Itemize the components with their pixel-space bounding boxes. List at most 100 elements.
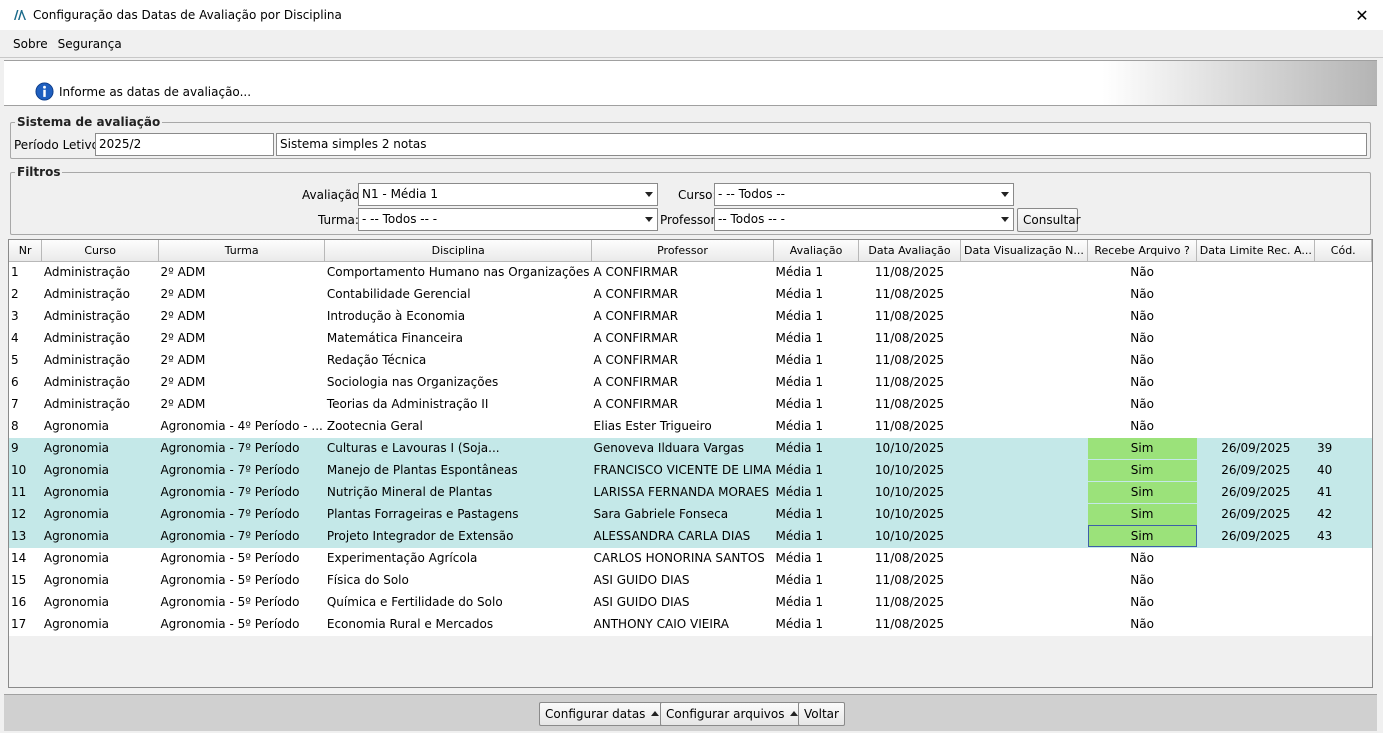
table-row[interactable]: 17 Agronomia Agronomia - 5º Período Economi… [9, 613, 1372, 636]
table-cell[interactable] [960, 349, 1088, 372]
table-cell[interactable]: 26/09/2025 [1196, 525, 1315, 548]
table-cell[interactable]: Sim [1087, 459, 1197, 482]
table-row[interactable]: 12 Agronomia Agronomia - 7º Período Plantas… [9, 503, 1372, 526]
column-header[interactable]: Cód. [1314, 240, 1372, 262]
table-cell[interactable]: Economia Rural e Mercados [324, 613, 592, 636]
table-cell[interactable] [1314, 569, 1372, 592]
table-cell[interactable] [960, 525, 1088, 548]
table-cell[interactable]: 11/08/2025 [858, 283, 961, 306]
table-cell[interactable]: Não [1087, 613, 1197, 636]
table-cell[interactable] [960, 503, 1088, 526]
configurar-arquivos-button[interactable]: Configurar arquivos [660, 702, 805, 726]
table-cell[interactable]: Agronomia [41, 503, 159, 526]
table-cell[interactable] [1314, 283, 1372, 306]
table-cell[interactable]: Média 1 [773, 349, 859, 372]
table-cell[interactable]: Plantas Forrageiras e Pastagens [324, 503, 592, 526]
table-cell[interactable]: A CONFIRMAR [591, 283, 774, 306]
configurar-datas-button[interactable]: Configurar datas [539, 702, 666, 726]
table-cell[interactable] [1196, 569, 1315, 592]
table-cell[interactable]: Não [1087, 349, 1197, 372]
table-cell[interactable] [1196, 283, 1315, 306]
table-cell[interactable]: Contabilidade Gerencial [324, 283, 592, 306]
table-cell[interactable]: Comportamento Humano nas Organizações [324, 261, 592, 284]
table-cell[interactable]: Não [1087, 371, 1197, 394]
table-cell[interactable] [1196, 371, 1315, 394]
table-cell[interactable]: Administração [41, 327, 159, 350]
table-cell[interactable]: 5 [9, 349, 42, 372]
sistema-field[interactable]: Sistema simples 2 notas [276, 133, 1367, 156]
table-cell[interactable]: 11/08/2025 [858, 613, 961, 636]
table-cell[interactable]: Agronomia - 7º Período [158, 481, 325, 504]
table-row[interactable]: 15 Agronomia Agronomia - 5º Período Física … [9, 569, 1372, 592]
professor-select[interactable]: -- Todos -- - [714, 208, 1014, 231]
table-cell[interactable]: Média 1 [773, 613, 859, 636]
periodo-letivo-field[interactable]: 2025/2 [95, 133, 274, 156]
table-cell[interactable] [1196, 349, 1315, 372]
table-cell[interactable] [960, 327, 1088, 350]
close-icon[interactable]: ✕ [1351, 4, 1373, 26]
table-cell[interactable]: ALESSANDRA CARLA DIAS [591, 525, 774, 548]
table-cell[interactable]: FRANCISCO VICENTE DE LIMA [591, 459, 774, 482]
table-cell[interactable]: 26/09/2025 [1196, 459, 1315, 482]
curso-select[interactable]: - -- Todos -- [714, 183, 1014, 206]
table-cell[interactable] [1196, 415, 1315, 438]
column-header[interactable]: Nr [9, 240, 43, 262]
table-cell[interactable] [960, 283, 1088, 306]
table-cell[interactable]: Não [1087, 305, 1197, 328]
table-cell[interactable]: 8 [9, 415, 42, 438]
table-cell[interactable]: 41 [1314, 481, 1372, 504]
table-cell[interactable]: Redação Técnica [324, 349, 592, 372]
table-cell[interactable]: A CONFIRMAR [591, 393, 774, 416]
table-cell[interactable] [960, 591, 1088, 614]
table-row[interactable]: 2 Administração 2º ADM Contabilidade Gerenc… [9, 283, 1372, 306]
table-cell[interactable]: Agronomia - 7º Período [158, 525, 325, 548]
table-cell[interactable]: Não [1087, 591, 1197, 614]
column-header[interactable]: Data Limite Rec. A... [1196, 240, 1316, 262]
table-cell[interactable]: 2º ADM [158, 327, 325, 350]
table-row[interactable]: 3 Administração 2º ADM Introdução à Economi… [9, 305, 1372, 328]
table-cell[interactable]: 2º ADM [158, 305, 325, 328]
table-cell[interactable]: Agronomia [41, 569, 159, 592]
table-cell[interactable]: 26/09/2025 [1196, 437, 1315, 460]
table-cell[interactable] [960, 547, 1088, 570]
table-cell[interactable] [1314, 261, 1372, 284]
table-cell[interactable]: 7 [9, 393, 42, 416]
table-cell[interactable]: Administração [41, 349, 159, 372]
table-cell[interactable]: Média 1 [773, 327, 859, 350]
table-cell[interactable] [960, 305, 1088, 328]
table-cell[interactable]: Média 1 [773, 393, 859, 416]
table-cell[interactable]: Média 1 [773, 481, 859, 504]
table-cell[interactable] [960, 437, 1088, 460]
table-cell[interactable]: Agronomia - 7º Período [158, 437, 325, 460]
table-cell[interactable] [960, 459, 1088, 482]
table-cell[interactable]: Média 1 [773, 437, 859, 460]
table-cell[interactable]: Agronomia - 7º Período [158, 459, 325, 482]
column-header[interactable]: Avaliação [773, 240, 860, 262]
table-cell[interactable]: Média 1 [773, 503, 859, 526]
table-row[interactable]: 16 Agronomia Agronomia - 5º Período Química… [9, 591, 1372, 614]
table-cell[interactable]: 11/08/2025 [858, 371, 961, 394]
table-cell[interactable] [1314, 547, 1372, 570]
table-cell[interactable]: Química e Fertilidade do Solo [324, 591, 592, 614]
table-cell[interactable]: 12 [9, 503, 42, 526]
table-cell[interactable]: Sim [1087, 481, 1197, 504]
table-cell[interactable]: 11/08/2025 [858, 305, 961, 328]
table-cell[interactable]: Matemática Financeira [324, 327, 592, 350]
table-cell[interactable]: 2º ADM [158, 393, 325, 416]
table-cell[interactable]: Agronomia [41, 613, 159, 636]
table-row[interactable]: 5 Administração 2º ADM Redação Técnica A CON… [9, 349, 1372, 372]
table-cell[interactable] [1314, 305, 1372, 328]
table-cell[interactable]: Teorias da Administração II [324, 393, 592, 416]
table-row[interactable]: 10 Agronomia Agronomia - 7º Período Manejo … [9, 459, 1372, 482]
table-cell[interactable]: 2º ADM [158, 349, 325, 372]
table-cell[interactable]: Agronomia [41, 547, 159, 570]
table-cell[interactable]: Média 1 [773, 283, 859, 306]
table-row[interactable]: 8 Agronomia Agronomia - 4º Período - ... Zo… [9, 415, 1372, 438]
table-cell[interactable]: Agronomia [41, 415, 159, 438]
table-cell[interactable]: 11/08/2025 [858, 327, 961, 350]
table-cell[interactable]: A CONFIRMAR [591, 349, 774, 372]
table-cell[interactable]: 42 [1314, 503, 1372, 526]
table-cell[interactable]: Culturas e Lavouras I (Soja... [324, 437, 592, 460]
table-cell[interactable]: 11/08/2025 [858, 349, 961, 372]
table-cell[interactable]: Administração [41, 393, 159, 416]
